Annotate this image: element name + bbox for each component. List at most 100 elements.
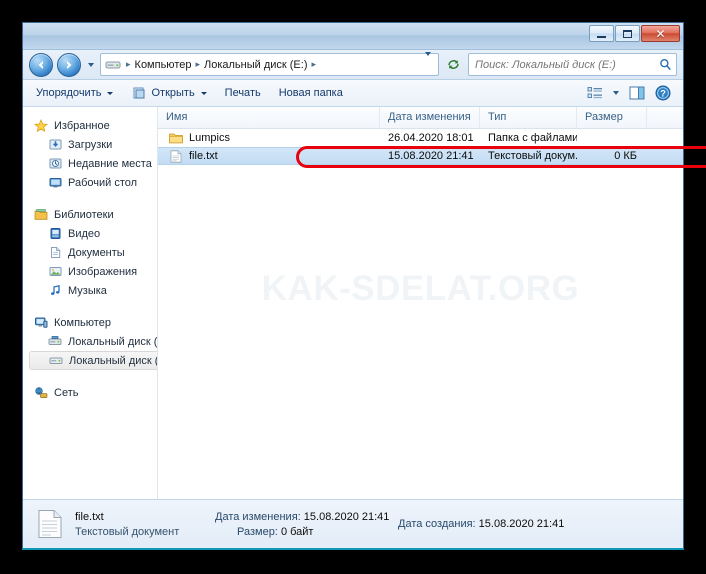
open-button[interactable]: Открыть bbox=[122, 81, 215, 105]
new-folder-button[interactable]: Новая папка bbox=[270, 81, 352, 105]
print-button[interactable]: Печать bbox=[216, 81, 270, 105]
documents-icon bbox=[47, 245, 63, 261]
file-type-cell: Папка с файлами bbox=[488, 132, 577, 144]
forward-arrow-icon bbox=[67, 60, 72, 69]
file-list-pane: Имя Дата изменения Тип Размер Lumpics 26… bbox=[158, 107, 706, 499]
breadcrumb-separator: ▸ bbox=[195, 59, 200, 69]
details-created-value: 15.08.2020 21:41 bbox=[478, 518, 565, 530]
sidebar-label: Сеть bbox=[54, 386, 79, 399]
details-created-block: Дата создания: 15.08.2020 21:41 bbox=[398, 518, 673, 530]
network-icon bbox=[33, 385, 49, 401]
folder-icon bbox=[168, 130, 184, 146]
sidebar-item-pictures[interactable]: Изображения bbox=[23, 262, 157, 281]
column-header-end bbox=[647, 107, 683, 128]
details-name-block: file.txt Текстовый документ bbox=[67, 511, 203, 538]
history-dropdown-button[interactable] bbox=[85, 55, 96, 75]
explorer-body: Избранное Загрузки Недавние места Рабочи… bbox=[23, 107, 706, 499]
file-rows: Lumpics 26.04.2020 18:01 Папка с файлами bbox=[158, 129, 706, 499]
column-header-name[interactable]: Имя bbox=[158, 107, 380, 128]
nav-group-libraries: Библиотеки Видео Документы Изображения М… bbox=[23, 205, 157, 300]
close-button[interactable]: ✕ bbox=[641, 25, 680, 42]
sidebar-item-documents[interactable]: Документы bbox=[23, 243, 157, 262]
sidebar-item-local-disk-c[interactable]: Локальный диск (C bbox=[23, 332, 157, 351]
file-date-cell: 15.08.2020 21:41 bbox=[388, 150, 474, 162]
chevron-down-icon bbox=[200, 91, 207, 95]
sidebar-item-local-disk-e[interactable]: Локальный диск (E: bbox=[29, 351, 157, 370]
sidebar-item-network[interactable]: Сеть bbox=[23, 383, 157, 402]
breadcrumb-dropdown-button[interactable] bbox=[420, 51, 436, 74]
column-header-type[interactable]: Тип bbox=[480, 107, 577, 128]
file-name-label: Lumpics bbox=[189, 132, 230, 144]
search-icon[interactable] bbox=[659, 58, 672, 71]
star-icon bbox=[33, 118, 49, 134]
table-row[interactable]: Lumpics 26.04.2020 18:01 Папка с файлами bbox=[158, 129, 683, 147]
back-button[interactable] bbox=[29, 52, 53, 77]
details-created-line: Дата создания: 15.08.2020 21:41 bbox=[398, 518, 673, 530]
computer-icon bbox=[33, 315, 49, 331]
libraries-icon bbox=[33, 207, 49, 223]
window-controls: ✕ bbox=[589, 25, 680, 42]
nav-group-favorites: Избранное Загрузки Недавние места Рабочи… bbox=[23, 116, 157, 192]
breadcrumb-item-computer[interactable]: Компьютер bbox=[133, 58, 194, 72]
search-input[interactable] bbox=[473, 57, 659, 72]
svg-text:?: ? bbox=[660, 89, 666, 100]
view-mode-button[interactable] bbox=[583, 82, 607, 104]
music-icon bbox=[47, 283, 63, 299]
new-folder-label: Новая папка bbox=[278, 87, 343, 99]
file-size-cell: 0 КБ bbox=[614, 150, 637, 162]
help-button[interactable]: ? bbox=[651, 82, 675, 104]
text-file-icon bbox=[168, 148, 184, 164]
forward-button[interactable] bbox=[57, 52, 81, 77]
refresh-button[interactable] bbox=[443, 54, 464, 75]
breadcrumb[interactable]: ▸ Компьютер ▸ Локальный диск (E:) ▸ bbox=[100, 51, 439, 76]
column-header-size[interactable]: Размер bbox=[577, 107, 647, 128]
desktop-icon bbox=[47, 175, 63, 191]
preview-pane-icon bbox=[629, 86, 645, 100]
view-mode-dropdown[interactable] bbox=[609, 82, 623, 104]
file-name-cell[interactable]: Lumpics bbox=[158, 130, 380, 146]
sidebar-item-music[interactable]: Музыка bbox=[23, 281, 157, 300]
sidebar-item-favorites[interactable]: Избранное bbox=[23, 116, 157, 135]
minimize-button[interactable] bbox=[589, 25, 614, 42]
back-arrow-icon bbox=[38, 60, 43, 69]
details-file-name: file.txt bbox=[75, 510, 104, 523]
organize-label: Упорядочить bbox=[36, 87, 102, 99]
pictures-icon bbox=[47, 264, 63, 280]
organize-button[interactable]: Упорядочить bbox=[27, 81, 122, 105]
search-box[interactable] bbox=[468, 53, 677, 76]
sidebar-label: Избранное bbox=[54, 119, 110, 132]
details-size-label: Размер: bbox=[237, 525, 278, 538]
preview-pane-button[interactable] bbox=[625, 82, 649, 104]
recent-places-icon bbox=[47, 156, 63, 172]
sidebar-item-video[interactable]: Видео bbox=[23, 224, 157, 243]
table-row[interactable]: file.txt 15.08.2020 21:41 Текстовый доку… bbox=[158, 147, 683, 165]
sidebar-item-libraries[interactable]: Библиотеки bbox=[23, 205, 157, 224]
sidebar-label: Загрузки bbox=[68, 138, 113, 151]
maximize-button[interactable] bbox=[615, 25, 640, 42]
refresh-icon bbox=[448, 60, 459, 69]
breadcrumb-item-drive-e[interactable]: Локальный диск (E:) bbox=[202, 58, 310, 72]
sidebar-item-recent-places[interactable]: Недавние места bbox=[23, 154, 157, 173]
details-modified-line: Дата изменения: 15.08.2020 21:41 bbox=[203, 511, 398, 523]
sidebar-item-desktop[interactable]: Рабочий стол bbox=[23, 173, 157, 192]
file-type-cell: Текстовый докум... bbox=[488, 150, 577, 162]
sidebar-item-computer[interactable]: Компьютер bbox=[23, 313, 157, 332]
toolbar: Упорядочить Открыть Печать Новая папка ? bbox=[23, 80, 683, 107]
drive-icon bbox=[105, 58, 121, 72]
nav-group-network: Сеть bbox=[23, 383, 157, 402]
watermark: KAK-SDELAT.ORG bbox=[261, 269, 580, 308]
sidebar-item-downloads[interactable]: Загрузки bbox=[23, 135, 157, 154]
sidebar-label: Локальный диск (C bbox=[68, 335, 158, 348]
help-icon: ? bbox=[655, 85, 671, 101]
column-header-date[interactable]: Дата изменения bbox=[380, 107, 480, 128]
file-name-label: file.txt bbox=[189, 150, 218, 162]
chevron-down-icon bbox=[425, 51, 431, 73]
sidebar-label: Видео bbox=[68, 227, 101, 240]
downloads-icon bbox=[47, 137, 63, 153]
details-file-type: Текстовый документ bbox=[75, 525, 180, 538]
file-name-cell[interactable]: file.txt bbox=[158, 148, 380, 164]
address-bar: ▸ Компьютер ▸ Локальный диск (E:) ▸ bbox=[23, 50, 683, 80]
nav-group-computer: Компьютер Локальный диск (C Локальный ди… bbox=[23, 313, 157, 370]
